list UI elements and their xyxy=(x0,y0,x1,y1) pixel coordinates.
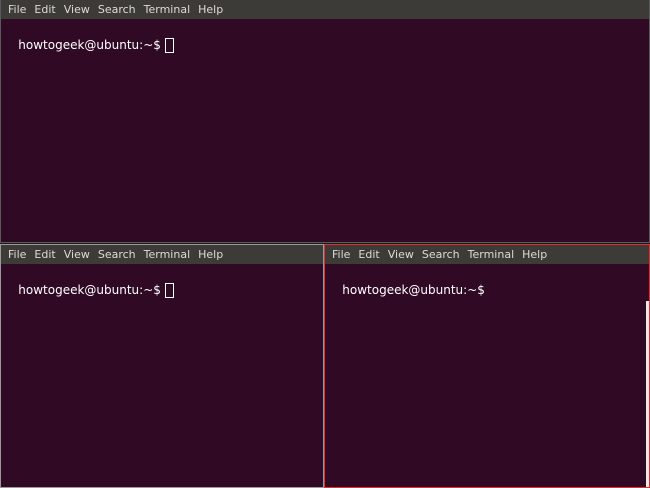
cursor xyxy=(164,282,174,298)
menu-search[interactable]: Search xyxy=(94,0,140,19)
menu-edit[interactable]: Edit xyxy=(30,0,59,19)
menubar: File Edit View Search Terminal Help xyxy=(1,245,323,264)
menubar: File Edit View Search Terminal Help xyxy=(1,0,649,19)
menu-file[interactable]: File xyxy=(4,245,30,264)
terminal-pane-top[interactable]: File Edit View Search Terminal Help howt… xyxy=(0,0,650,243)
menubar: File Edit View Search Terminal Help xyxy=(325,245,649,264)
menu-edit[interactable]: Edit xyxy=(30,245,59,264)
menu-view[interactable]: View xyxy=(60,0,94,19)
terminal-output[interactable]: howtogeek@ubuntu:~$ xyxy=(1,19,649,71)
prompt-line: howtogeek@ubuntu:~$ xyxy=(342,282,485,298)
menu-terminal[interactable]: Terminal xyxy=(140,245,195,264)
menu-help[interactable]: Help xyxy=(194,0,227,19)
menu-file[interactable]: File xyxy=(4,0,30,19)
prompt-text: howtogeek@ubuntu:~$ xyxy=(18,283,161,297)
cursor xyxy=(164,37,174,53)
menu-file[interactable]: File xyxy=(328,245,354,264)
menu-terminal[interactable]: Terminal xyxy=(140,0,195,19)
terminal-output[interactable]: howtogeek@ubuntu:~$ xyxy=(325,264,649,316)
prompt-line: howtogeek@ubuntu:~$ xyxy=(18,282,174,298)
terminal-pane-bottom-right[interactable]: File Edit View Search Terminal Help howt… xyxy=(324,244,650,488)
menu-search[interactable]: Search xyxy=(94,245,140,264)
terminal-output[interactable]: howtogeek@ubuntu:~$ xyxy=(1,264,323,316)
menu-view[interactable]: View xyxy=(384,245,418,264)
menu-search[interactable]: Search xyxy=(418,245,464,264)
prompt-text: howtogeek@ubuntu:~$ xyxy=(18,38,161,52)
scrollbar[interactable] xyxy=(646,301,649,487)
menu-edit[interactable]: Edit xyxy=(354,245,383,264)
menu-terminal[interactable]: Terminal xyxy=(464,245,519,264)
terminal-pane-bottom-left[interactable]: File Edit View Search Terminal Help howt… xyxy=(0,244,324,488)
menu-help[interactable]: Help xyxy=(194,245,227,264)
prompt-line: howtogeek@ubuntu:~$ xyxy=(18,37,174,53)
prompt-text: howtogeek@ubuntu:~$ xyxy=(342,283,485,297)
menu-help[interactable]: Help xyxy=(518,245,551,264)
menu-view[interactable]: View xyxy=(60,245,94,264)
